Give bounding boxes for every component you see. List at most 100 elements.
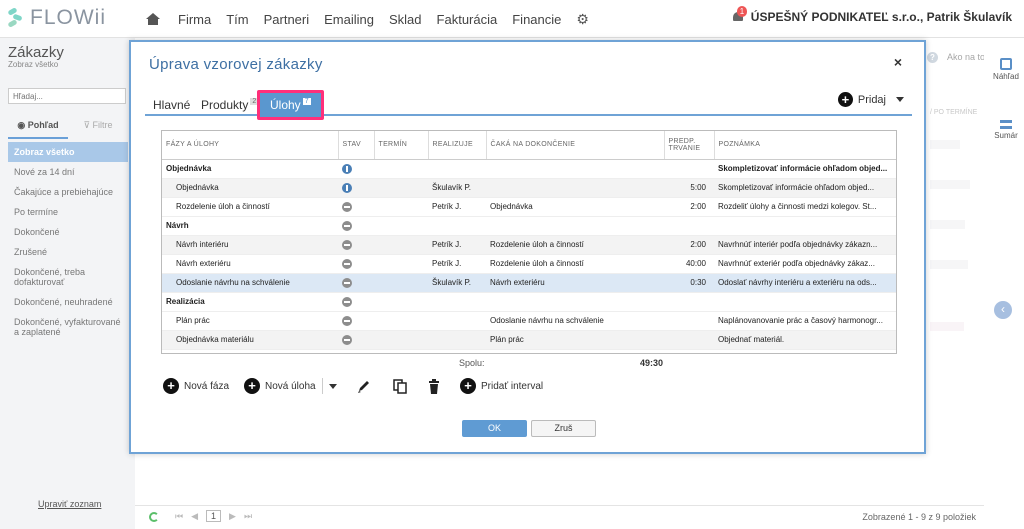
sidebar-item-waiting[interactable]: Čakajúce a prebiehajúce	[8, 182, 128, 202]
task-row[interactable]: Návrh interiéru Petrík J. Rozdelenie úloh …	[162, 235, 896, 255]
add-interval-button[interactable]: + Pridať interval	[460, 378, 543, 394]
nav-item-fakturacia[interactable]: Fakturácia	[437, 12, 498, 27]
phase-row[interactable]: Návrh	[162, 216, 896, 236]
edit-order-dialog: Úprava vzorovej zákazky × Hlavné Produkt…	[129, 40, 926, 454]
chevron-down-icon[interactable]	[896, 97, 904, 102]
waiting-icon[interactable]	[342, 334, 352, 345]
col-header-note[interactable]: POZNÁMKA	[714, 131, 896, 160]
nav-item-tim[interactable]: Tím	[226, 12, 248, 27]
chevron-down-icon[interactable]	[328, 383, 337, 389]
deadline-cell	[374, 311, 428, 331]
edit-list-link[interactable]: Upraviť zoznam	[38, 499, 101, 509]
refresh-icon[interactable]	[149, 512, 159, 522]
home-icon[interactable]	[146, 13, 160, 25]
tab-filters[interactable]: ⊽ Filtre	[68, 118, 128, 139]
col-header-waits-for[interactable]: ČAKÁ NA DOKONČENIE	[486, 131, 665, 160]
waiting-icon[interactable]	[342, 315, 352, 326]
in-progress-icon[interactable]	[342, 163, 352, 174]
waiting-icon[interactable]	[342, 220, 352, 231]
waiting-icon[interactable]	[342, 296, 352, 307]
last-page-button[interactable]: ⏭	[244, 511, 252, 522]
pencil-icon[interactable]	[357, 379, 371, 394]
new-phase-button[interactable]: + Nová fáza	[163, 378, 229, 394]
nav-item-emailing[interactable]: Emailing	[324, 12, 374, 27]
duration-cell	[664, 216, 714, 236]
nav-item-partneri[interactable]: Partneri	[264, 12, 310, 27]
summary-button[interactable]: Sumár	[992, 120, 1020, 140]
sidebar-item-completed[interactable]: Dokončené	[8, 222, 128, 242]
tab-tasks[interactable]: Úlohy 7	[257, 90, 324, 120]
assignee-cell: Škulavík P.	[428, 273, 486, 293]
close-icon[interactable]: ×	[894, 54, 902, 70]
add-button[interactable]: + Pridaj	[837, 92, 904, 107]
waiting-icon[interactable]	[342, 239, 352, 250]
bell-icon[interactable]: 1	[731, 6, 748, 24]
copy-icon[interactable]	[393, 379, 407, 394]
nav-item-sklad[interactable]: Sklad	[389, 12, 422, 27]
logo[interactable]: FLOWii	[7, 6, 106, 30]
col-header-status[interactable]: STAV	[338, 131, 375, 160]
gear-icon[interactable]: ⚙	[576, 11, 589, 28]
tab-view[interactable]: ◉ Pohľad	[8, 118, 68, 139]
next-page-button[interactable]: ▶	[229, 511, 236, 522]
col-header-assignee[interactable]: REALIZUJE	[428, 131, 487, 160]
phase-row[interactable]: Realizácia	[162, 292, 896, 312]
sidebar-item-unpaid[interactable]: Dokončené, neuhradené	[8, 292, 128, 312]
sidebar-item-paid[interactable]: Dokončené, vyfakturované a zaplatené	[8, 312, 128, 342]
preview-button[interactable]: Náhľad	[992, 58, 1020, 81]
task-row[interactable]: Plán prác Odoslanie návrhu na schválenie N…	[162, 311, 896, 331]
search-input[interactable]	[8, 88, 126, 104]
col-header-duration-2: TRVANIE	[668, 144, 701, 152]
new-task-label: Nová úloha	[265, 380, 316, 392]
tab-products[interactable]: Produkty 2	[201, 98, 259, 112]
note-cell	[714, 292, 896, 312]
waiting-icon[interactable]	[342, 201, 352, 212]
phase-row[interactable]: Objednávka Skompletizovať informácie ohľa…	[162, 159, 896, 179]
brand-name: FLOWii	[30, 6, 106, 29]
user-menu[interactable]: 1 ÚSPEŠNÝ PODNIKATEĽ s.r.o., Patrik Škul…	[731, 6, 1012, 24]
tab-main[interactable]: Hlavné	[153, 98, 190, 112]
duration-cell	[664, 292, 714, 312]
col-header-duration[interactable]: PREDP. TRVANIE	[664, 131, 715, 160]
sidebar-item-to-invoice[interactable]: Dokončené, treba dofakturovať	[8, 262, 128, 292]
task-name-cell: Rozdelenie úloh a činností	[162, 197, 338, 217]
add-interval-label: Pridať interval	[481, 380, 544, 392]
trash-icon[interactable]	[427, 379, 441, 394]
sidebar-item-all[interactable]: Zobraz všetko	[8, 142, 128, 162]
sidebar-item-overdue[interactable]: Po termíne	[8, 202, 128, 222]
ok-button[interactable]: OK	[462, 420, 527, 437]
tab-products-label: Produkty	[201, 98, 249, 112]
sidebar-item-cancelled[interactable]: Zrušené	[8, 242, 128, 262]
task-name-cell: Odoslanie návrhu na schválenie	[162, 273, 338, 293]
col-header-phases[interactable]: FÁZY A ÚLOHY	[162, 131, 339, 160]
items-status: Zobrazené 1 - 9 z 9 položiek	[862, 512, 976, 522]
waits-for-cell: Plán prác	[486, 330, 664, 350]
new-task-button[interactable]: + Nová úloha	[244, 378, 337, 394]
cancel-button[interactable]: Zruš	[531, 420, 596, 437]
page-number[interactable]: 1	[206, 510, 222, 522]
waiting-icon[interactable]	[342, 277, 352, 288]
task-name-cell: Realizácia	[162, 292, 338, 312]
sidebar-list: Zobraz všetko Nové za 14 dní Čakajúce a …	[8, 142, 128, 342]
task-row[interactable]: Objednávka materiálu Plán prác Objednať ma…	[162, 330, 896, 350]
company-user-name[interactable]: ÚSPEŠNÝ PODNIKATEĽ s.r.o., Patrik Škulav…	[751, 10, 1012, 24]
status-cell	[338, 159, 374, 179]
sidebar-item-new-14-days[interactable]: Nové za 14 dní	[8, 162, 128, 182]
waits-for-cell	[486, 159, 664, 179]
waiting-icon[interactable]	[342, 258, 352, 269]
task-row[interactable]: Návrh exteriéru Petrík J. Rozdelenie úloh …	[162, 254, 896, 274]
deadline-cell	[374, 292, 428, 312]
chevron-left-icon[interactable]: ‹	[994, 301, 1012, 319]
nav-item-firma[interactable]: Firma	[178, 12, 211, 27]
task-row[interactable]: Rozdelenie úloh a činností Petrík J. Objed…	[162, 197, 896, 217]
col-header-deadline[interactable]: TERMÍN	[374, 131, 429, 160]
task-name-cell: Návrh	[162, 216, 338, 236]
task-row[interactable]: Objednávka Škulavík P. 5:00 Skompletizovať …	[162, 178, 896, 198]
first-page-button[interactable]: ⏮	[175, 511, 183, 522]
in-progress-icon[interactable]	[342, 182, 352, 193]
task-row[interactable]: Odoslanie návrhu na schválenie Škulavík P…	[162, 273, 896, 293]
prev-page-button[interactable]: ◀	[191, 511, 198, 522]
sidebar-title: Zákazky	[8, 44, 64, 61]
nav-item-financie[interactable]: Financie	[512, 12, 561, 27]
tab-tasks-label: Úlohy	[270, 98, 301, 112]
